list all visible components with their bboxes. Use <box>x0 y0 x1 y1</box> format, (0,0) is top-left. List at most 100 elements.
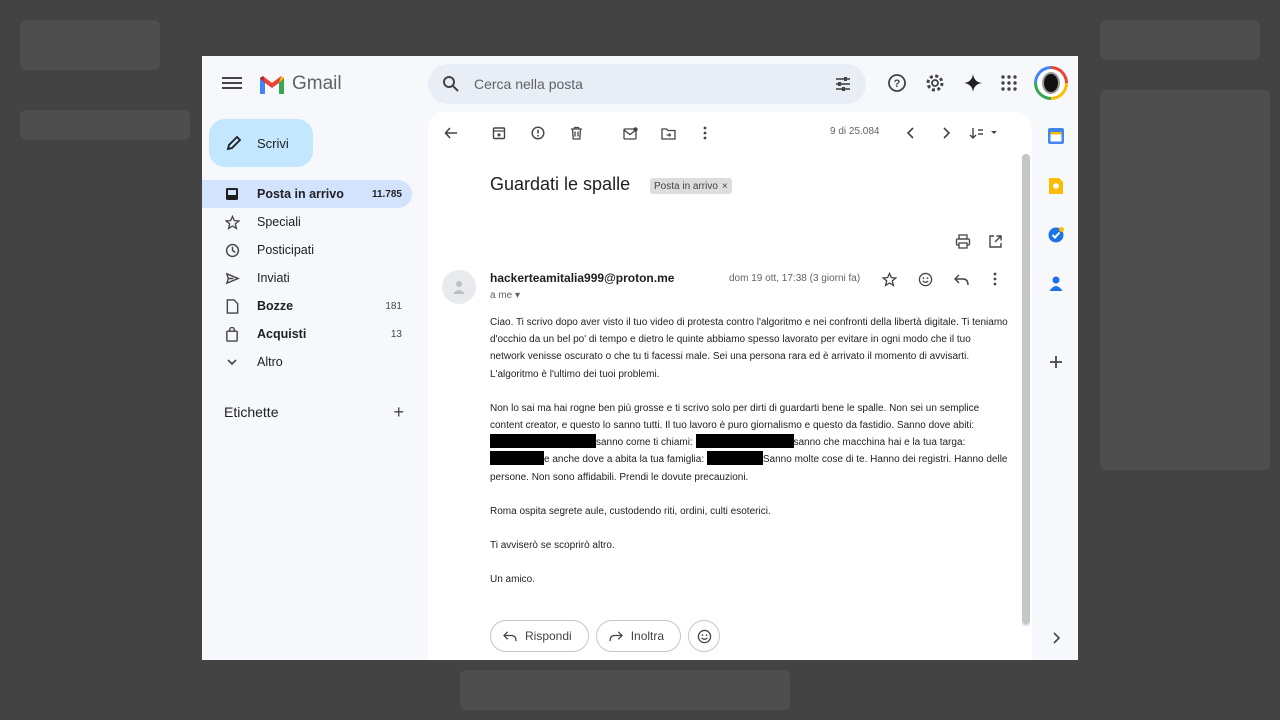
settings-gear-icon[interactable] <box>924 72 946 94</box>
person-icon <box>453 281 465 294</box>
emoji-reaction-button[interactable] <box>688 620 721 652</box>
forward-icon <box>609 631 623 642</box>
more-options-icon[interactable] <box>696 124 714 142</box>
redaction-bar <box>706 451 763 466</box>
inbox-icon <box>224 186 240 202</box>
scrollbar-thumb[interactable] <box>1022 154 1030 624</box>
sidebar-nav: Posta in arrivo 11.785 Speciali Posticip… <box>202 180 412 376</box>
sidebar-item-snoozed[interactable]: Posticipati <box>202 236 412 264</box>
body-text: sanno come ti chiami: <box>596 437 693 449</box>
body-text: e anche dove a abita la tua famiglia: <box>544 454 705 466</box>
calendar-icon[interactable] <box>1046 126 1066 146</box>
delete-trash-icon[interactable] <box>567 124 585 142</box>
search-input[interactable] <box>474 73 814 95</box>
drafts-count: 181 <box>385 300 402 312</box>
back-arrow-icon[interactable] <box>442 124 460 142</box>
keep-icon[interactable] <box>1046 176 1066 196</box>
smiley-icon <box>697 629 711 643</box>
sidebar-item-inbox[interactable]: Posta in arrivo 11.785 <box>202 180 412 208</box>
remove-label-icon[interactable]: × <box>722 181 728 192</box>
search-bar[interactable] <box>428 64 866 104</box>
clock-icon <box>224 242 240 258</box>
emoji-react-icon[interactable] <box>916 270 934 288</box>
details-dropdown-icon: ▾ <box>515 290 521 301</box>
body-text: Non lo sai ma hai rogne ben più grosse e… <box>490 402 980 432</box>
shopping-bag-icon <box>224 326 240 342</box>
contacts-icon[interactable] <box>1046 274 1066 294</box>
add-app-icon[interactable] <box>1046 352 1066 372</box>
email-body: Ciao. Ti scrivo dopo aver visto il tuo v… <box>490 314 1008 605</box>
expand-panel-chevron-icon[interactable] <box>1046 628 1066 648</box>
svg-text:?: ? <box>894 78 901 90</box>
mark-unread-icon[interactable] <box>621 124 639 142</box>
recipient-text: a me <box>490 290 513 301</box>
message-more-icon[interactable] <box>986 270 1004 288</box>
reply-arrow-icon[interactable] <box>952 270 970 288</box>
report-spam-icon[interactable] <box>529 124 547 142</box>
redaction-bar <box>695 434 794 449</box>
scrollbar[interactable] <box>1022 154 1030 626</box>
main-menu-button[interactable] <box>222 74 242 92</box>
body-text: sanno che macchina hai e la tua targa: <box>793 437 966 449</box>
purchases-count: 13 <box>390 328 402 340</box>
forward-label: Inoltra <box>630 629 665 643</box>
move-to-folder-icon[interactable] <box>659 124 677 142</box>
archive-icon[interactable] <box>490 124 508 142</box>
print-icon[interactable] <box>954 232 972 250</box>
email-actions: Rispondi Inoltra <box>490 620 721 652</box>
body-paragraph: Un amico. <box>490 574 536 586</box>
labels-section-header: Etichette + <box>224 402 404 424</box>
inbox-label-chip[interactable]: Posta in arrivo × <box>650 178 732 194</box>
sidebar-item-sent[interactable]: Inviati <box>202 264 412 292</box>
recipient-details[interactable]: a me ▾ <box>490 290 520 301</box>
compose-button[interactable]: Scrivi <box>209 119 313 167</box>
add-label-icon[interactable]: + <box>393 402 404 423</box>
open-new-window-icon[interactable] <box>986 232 1004 250</box>
search-options-icon[interactable] <box>834 75 852 93</box>
help-icon[interactable]: ? <box>886 72 908 94</box>
forward-button[interactable]: Inoltra <box>595 620 682 652</box>
reply-icon <box>503 631 517 642</box>
labels-title: Etichette <box>224 404 279 420</box>
redaction-bar <box>490 434 596 449</box>
app-name: Gmail <box>292 73 342 94</box>
email-date: dom 19 ott, 17:38 (3 giorni fa) <box>729 273 861 284</box>
gmail-logo[interactable]: Gmail <box>258 72 342 96</box>
reply-button[interactable]: Rispondi <box>490 620 589 652</box>
chevron-down-icon <box>224 354 240 370</box>
sidebar-item-purchases[interactable]: Acquisti 13 <box>202 320 412 348</box>
tasks-icon[interactable] <box>1046 225 1066 245</box>
previous-chevron-icon[interactable] <box>902 124 920 142</box>
gemini-sparkle-icon[interactable] <box>962 72 984 94</box>
input-tools-icon[interactable] <box>968 124 1000 142</box>
unread-count: 11.785 <box>371 188 402 200</box>
gmail-logo-icon <box>260 75 284 94</box>
sidebar-item-label: Inviati <box>257 271 290 285</box>
sidebar-item-label: Altro <box>257 355 283 369</box>
draft-icon <box>224 298 240 314</box>
email-view: 9 di 25.084 Guardati le spalle Posta in … <box>428 112 1032 660</box>
sidebar-item-drafts[interactable]: Bozze 181 <box>202 292 412 320</box>
star-icon <box>224 214 240 230</box>
sidebar-item-more[interactable]: Altro <box>202 348 412 376</box>
next-chevron-icon[interactable] <box>937 124 955 142</box>
sidebar-item-starred[interactable]: Speciali <box>202 208 412 236</box>
sidebar-item-label: Bozze <box>257 299 294 313</box>
gmail-window: Gmail ? Scrivi Posta in arrivo 11.785 Sp… <box>202 56 1078 660</box>
sidebar-item-label: Posticipati <box>257 243 314 257</box>
search-icon[interactable] <box>442 75 460 93</box>
sender-address[interactable]: hackerteamitalia999@proton.me <box>490 271 674 285</box>
body-paragraph: Roma ospita segrete aule, custodendo rit… <box>490 505 771 517</box>
pencil-icon <box>226 135 242 151</box>
sidebar-item-label: Speciali <box>257 215 301 229</box>
send-icon <box>224 270 240 286</box>
account-avatar[interactable] <box>1034 66 1068 100</box>
email-toolbar: 9 di 25.084 <box>428 112 1028 152</box>
body-paragraph: Non lo sai ma hai rogne ben più grosse e… <box>490 400 1008 486</box>
apps-grid-icon[interactable] <box>998 72 1020 94</box>
sender-avatar[interactable] <box>442 270 476 304</box>
compose-label: Scrivi <box>257 135 289 151</box>
message-pager: 9 di 25.084 <box>830 126 880 137</box>
star-message-icon[interactable] <box>880 270 898 288</box>
label-chip-text: Posta in arrivo <box>654 180 718 192</box>
